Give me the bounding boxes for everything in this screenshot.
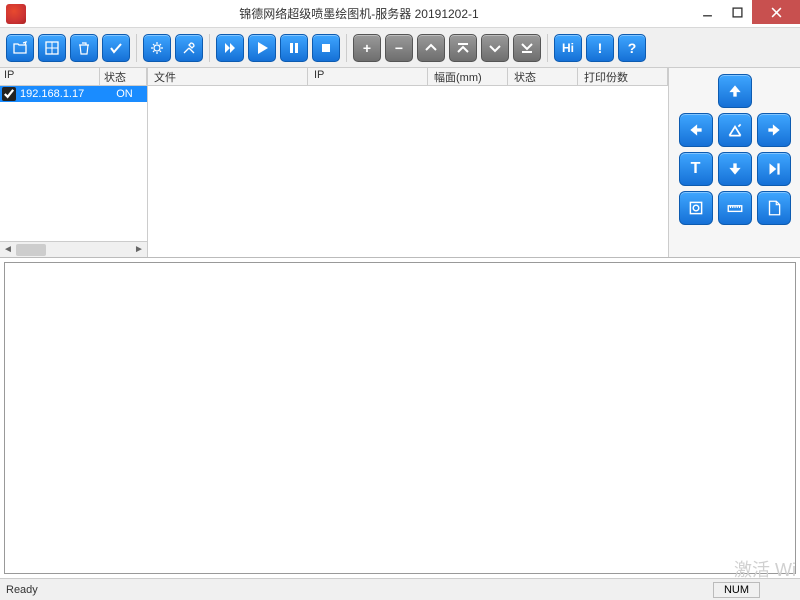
horizontal-scrollbar[interactable]: ◄ ► xyxy=(0,241,147,257)
open-icon xyxy=(12,40,28,56)
app-logo-icon xyxy=(6,4,26,24)
toolbar-separator xyxy=(547,34,548,62)
stop-icon xyxy=(318,40,334,56)
device-list-header: IP 状态 xyxy=(0,68,147,86)
scroll-left-icon[interactable]: ◄ xyxy=(0,244,16,255)
device-row[interactable]: 192.168.1.17 ON xyxy=(0,86,147,102)
dpad-down-button[interactable] xyxy=(718,152,752,186)
arrow-left-icon xyxy=(687,121,705,139)
help-button[interactable]: ? xyxy=(618,34,646,62)
t-icon: T xyxy=(691,160,701,178)
chevron-down-icon xyxy=(488,41,502,55)
end-icon xyxy=(765,160,783,178)
device-list-pane: IP 状态 192.168.1.17 ON ◄ ► xyxy=(0,68,148,257)
move-bottom-button[interactable] xyxy=(513,34,541,62)
settings-button[interactable] xyxy=(143,34,171,62)
header-file[interactable]: 文件 xyxy=(148,68,308,85)
header-ip[interactable]: IP xyxy=(0,68,100,85)
middle-section: IP 状态 192.168.1.17 ON ◄ ► 文件 IP 幅面(mm) 状… xyxy=(0,68,800,258)
ruler-icon xyxy=(726,199,744,217)
chevron-up-icon xyxy=(424,41,438,55)
main-toolbar: + − Hi ! ? xyxy=(0,28,800,68)
double-forward-icon xyxy=(222,40,238,56)
arrow-up-icon xyxy=(726,82,744,100)
pause-icon xyxy=(286,40,302,56)
dpad-up-button[interactable] xyxy=(718,74,752,108)
home-icon xyxy=(726,121,744,139)
window-controls xyxy=(692,0,800,27)
maximize-button[interactable] xyxy=(722,0,752,24)
gear-icon xyxy=(149,40,165,56)
minus-button[interactable]: − xyxy=(385,34,413,62)
play-button[interactable] xyxy=(248,34,276,62)
move-top-button[interactable] xyxy=(449,34,477,62)
window-title: 锦德网络超级喷墨绘图机-服务器 20191202-1 xyxy=(26,5,692,22)
target-icon xyxy=(687,199,705,217)
device-status: ON xyxy=(102,88,147,100)
toolbar-separator xyxy=(209,34,210,62)
tools-button[interactable] xyxy=(175,34,203,62)
plus-button[interactable]: + xyxy=(353,34,381,62)
dpad-left-button[interactable] xyxy=(679,113,713,147)
status-num: NUM xyxy=(713,582,760,598)
play-icon xyxy=(254,40,270,56)
device-list-body: 192.168.1.17 ON xyxy=(0,86,147,241)
header-status[interactable]: 状态 xyxy=(100,68,147,85)
pause-button[interactable] xyxy=(280,34,308,62)
move-down-button[interactable] xyxy=(481,34,509,62)
chevron-top-icon xyxy=(456,41,470,55)
grid-icon xyxy=(44,40,60,56)
chevron-bottom-icon xyxy=(520,41,534,55)
help-icon: ? xyxy=(628,40,637,56)
page-icon xyxy=(765,199,783,217)
status-ready: Ready xyxy=(6,584,38,596)
hi-icon: Hi xyxy=(562,41,574,55)
target-button[interactable] xyxy=(679,191,713,225)
end-button[interactable] xyxy=(757,152,791,186)
minus-icon: − xyxy=(395,40,403,56)
page-button[interactable] xyxy=(757,191,791,225)
arrow-right-icon xyxy=(765,121,783,139)
header-width[interactable]: 幅面(mm) xyxy=(428,68,508,85)
toolbar-separator xyxy=(136,34,137,62)
header-status[interactable]: 状态 xyxy=(508,68,578,85)
plus-icon: + xyxy=(363,40,371,56)
hi-button[interactable]: Hi xyxy=(554,34,582,62)
trash-icon xyxy=(76,40,92,56)
fast-forward-button[interactable] xyxy=(216,34,244,62)
minimize-button[interactable] xyxy=(692,0,722,24)
arrow-down-icon xyxy=(726,160,744,178)
dpad-home-button[interactable] xyxy=(718,113,752,147)
header-copies[interactable]: 打印份数 xyxy=(578,68,668,85)
device-checkbox[interactable] xyxy=(2,87,16,101)
check-button[interactable] xyxy=(102,34,130,62)
grid-button[interactable] xyxy=(38,34,66,62)
move-up-button[interactable] xyxy=(417,34,445,62)
scroll-thumb[interactable] xyxy=(16,244,46,256)
delete-button[interactable] xyxy=(70,34,98,62)
scroll-right-icon[interactable]: ► xyxy=(131,244,147,255)
stop-button[interactable] xyxy=(312,34,340,62)
dpad-right-button[interactable] xyxy=(757,113,791,147)
job-list-header: 文件 IP 幅面(mm) 状态 打印份数 xyxy=(148,68,668,86)
direction-pad-pane: T xyxy=(668,68,800,257)
info-icon: ! xyxy=(598,40,603,56)
check-icon xyxy=(108,40,124,56)
preview-area xyxy=(4,262,796,574)
toolbar-separator xyxy=(346,34,347,62)
status-bar: Ready NUM xyxy=(0,578,800,600)
header-ip[interactable]: IP xyxy=(308,68,428,85)
tools-icon xyxy=(181,40,197,56)
t-button[interactable]: T xyxy=(679,152,713,186)
job-list-pane: 文件 IP 幅面(mm) 状态 打印份数 xyxy=(148,68,668,257)
open-button[interactable] xyxy=(6,34,34,62)
ruler-button[interactable] xyxy=(718,191,752,225)
job-list-body xyxy=(148,86,668,257)
close-button[interactable] xyxy=(752,0,800,24)
title-bar: 锦德网络超级喷墨绘图机-服务器 20191202-1 xyxy=(0,0,800,28)
device-ip: 192.168.1.17 xyxy=(18,88,102,100)
info-button[interactable]: ! xyxy=(586,34,614,62)
